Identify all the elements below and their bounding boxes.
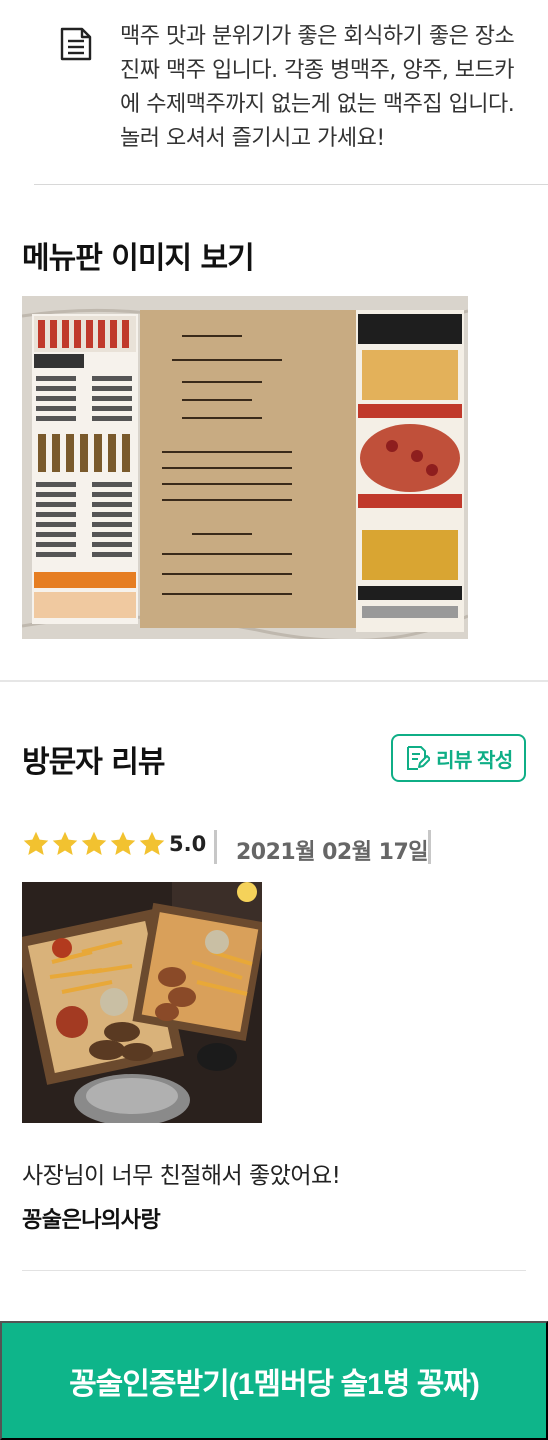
free-drink-verify-button[interactable]: 꽁술인증받기(1멤버당 술1병 꽁짜): [0, 1321, 548, 1440]
review-section-title: 방문자 리뷰: [22, 745, 165, 780]
review-divider: [22, 1270, 526, 1271]
edit-document-icon: [407, 746, 431, 770]
star-icon: [81, 831, 107, 855]
star-icon: [52, 831, 78, 855]
store-description: 맥주 맛과 분위기가 좋은 회식하기 좋은 장소 진짜 맥주 입니다. 각종 병…: [0, 0, 548, 186]
menu-image[interactable]: [22, 296, 468, 639]
separator: [428, 830, 431, 864]
star-icon: [110, 831, 136, 855]
review-author: 꽁술은나의사랑: [22, 1208, 161, 1233]
page: 맥주 맛과 분위기가 좋은 회식하기 좋은 장소 진짜 맥주 입니다. 각종 병…: [0, 0, 548, 1440]
write-review-label: 리뷰 작성: [436, 749, 513, 772]
review-photo[interactable]: [22, 882, 262, 1123]
review-stars: 5.0: [22, 830, 206, 858]
review-date: 2021월 02월 17일: [236, 840, 429, 865]
rating-value: 5.0: [169, 832, 207, 856]
menu-section-title: 메뉴판 이미지 보기: [22, 241, 255, 276]
divider: [34, 184, 548, 185]
star-icon: [139, 831, 165, 855]
star-icon: [23, 831, 49, 855]
section-divider: [0, 680, 548, 682]
document-icon: [60, 27, 92, 61]
write-review-button[interactable]: 리뷰 작성: [391, 734, 526, 782]
description-text: 맥주 맛과 분위기가 좋은 회식하기 좋은 장소 진짜 맥주 입니다. 각종 병…: [120, 24, 515, 151]
review-text: 사장님이 너무 친절해서 좋았어요!: [22, 1163, 341, 1189]
food-photo-illustration: [22, 882, 262, 1123]
separator: [214, 830, 217, 864]
menu-board-illustration: [22, 296, 468, 639]
